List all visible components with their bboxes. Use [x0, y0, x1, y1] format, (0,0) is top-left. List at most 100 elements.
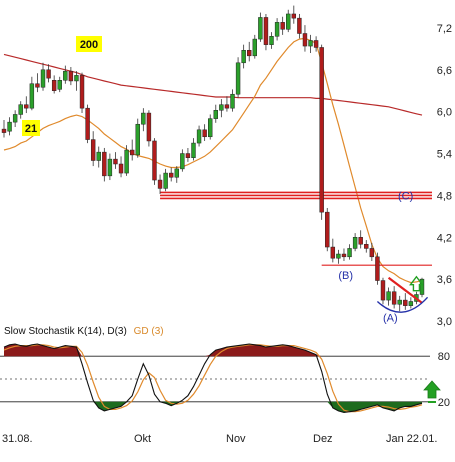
wave-label-c: (C) [398, 190, 413, 202]
ma200-path [3, 53, 423, 116]
x-tick-label: Dez [313, 433, 333, 445]
candle [40, 62, 46, 91]
candle [79, 72, 85, 114]
candle [297, 13, 302, 39]
candle [252, 34, 258, 59]
candle [107, 153, 113, 181]
wave-label-a: (A) [383, 313, 398, 325]
candle [12, 110, 18, 128]
x-tick-label: Okt [134, 433, 151, 445]
candle [241, 44, 246, 69]
candle [57, 76, 62, 93]
candle [90, 131, 96, 167]
price-y-tick-label: 4,2 [437, 232, 452, 244]
candle [386, 287, 391, 306]
candle [419, 277, 425, 298]
candle [224, 96, 230, 112]
candle [18, 101, 23, 119]
stochastic-grid [0, 355, 430, 403]
x-tick-label: Jan 22.01. [386, 433, 437, 445]
candle [319, 44, 324, 220]
candle [85, 104, 90, 144]
stoch-y-tick-label: 20 [438, 397, 450, 409]
candle [325, 207, 330, 252]
candle [274, 18, 280, 41]
candle [352, 233, 358, 252]
candle [280, 16, 285, 35]
candle [146, 110, 152, 147]
candle [208, 114, 213, 140]
candle [308, 34, 313, 54]
x-axis-ticks: 31.08. Okt Nov Dez Jan 22.01. [2, 433, 437, 445]
candle [364, 240, 369, 253]
ma200-line [3, 53, 423, 116]
candle [157, 174, 163, 195]
candle [235, 57, 241, 98]
price-y-tick-label: 5,4 [437, 149, 452, 161]
candle [269, 32, 274, 49]
candle [403, 293, 408, 310]
candle [391, 286, 397, 309]
candle [63, 65, 68, 84]
ma200-badge: 200 [76, 36, 102, 52]
candle [202, 124, 207, 141]
candle [113, 152, 118, 169]
candle [219, 99, 224, 118]
stochastic-y-ticks: 80 20 [438, 351, 450, 409]
candle [35, 73, 40, 93]
price-y-tick-label: 7,2 [437, 23, 452, 35]
x-tick-label: 31.08. [2, 433, 33, 445]
candle [302, 25, 308, 52]
candle [180, 149, 185, 172]
candle [1, 120, 7, 138]
ma200-label: 200 [80, 39, 98, 51]
candle [135, 118, 140, 158]
stoch-arrow-shape [423, 380, 441, 399]
price-y-tick-label: 6,6 [437, 65, 452, 77]
price-y-tick-label: 6,0 [437, 107, 452, 119]
candle [397, 295, 402, 312]
candle [380, 277, 386, 305]
candle [347, 244, 352, 260]
candle [168, 167, 174, 182]
price-y-tick-label: 3,0 [437, 316, 452, 328]
stoch-y-tick-label: 80 [438, 351, 450, 363]
candle [191, 138, 196, 161]
stoch-arrow-base [428, 401, 436, 403]
price-y-tick-label: 4,8 [437, 190, 452, 202]
candle [96, 146, 101, 168]
candle [330, 238, 336, 263]
annotations: (C) (B) (A) [338, 190, 429, 325]
support-lines [160, 191, 432, 266]
candle [258, 12, 263, 42]
candle [185, 147, 191, 162]
price-y-tick-label: 3,6 [437, 274, 452, 286]
ma21-badge: 21 [22, 120, 40, 136]
candle [286, 9, 291, 33]
candle [152, 138, 157, 185]
candle [68, 66, 74, 86]
candle [408, 297, 414, 309]
candle [24, 96, 29, 114]
candle [7, 117, 12, 136]
candle [51, 75, 57, 94]
candle [129, 139, 135, 161]
candle [341, 248, 347, 262]
candle [46, 64, 51, 83]
ma21-label: 21 [25, 123, 37, 135]
candle [336, 249, 341, 264]
stochastic-title: Slow Stochastik K(14), D(3) GD (3) [4, 326, 164, 337]
candle [141, 108, 146, 132]
candle [369, 242, 375, 262]
candle [118, 156, 124, 178]
price-y-ticks: 7,2 6,6 6,0 5,4 4,8 4,2 3,6 3,0 [437, 23, 452, 328]
candle [74, 71, 79, 91]
candle [102, 147, 107, 182]
stochastic-title-main: Slow Stochastik K(14), D(3) [4, 326, 127, 337]
candle [358, 230, 363, 249]
price-chart: (C) (B) (A) 7,2 6,6 6,0 5,4 4,8 4,2 3,6 3,0 200 2… [0, 5, 452, 445]
candle [375, 252, 380, 285]
candle [247, 41, 252, 62]
candle [29, 76, 35, 111]
x-tick-label: Nov [226, 433, 246, 445]
